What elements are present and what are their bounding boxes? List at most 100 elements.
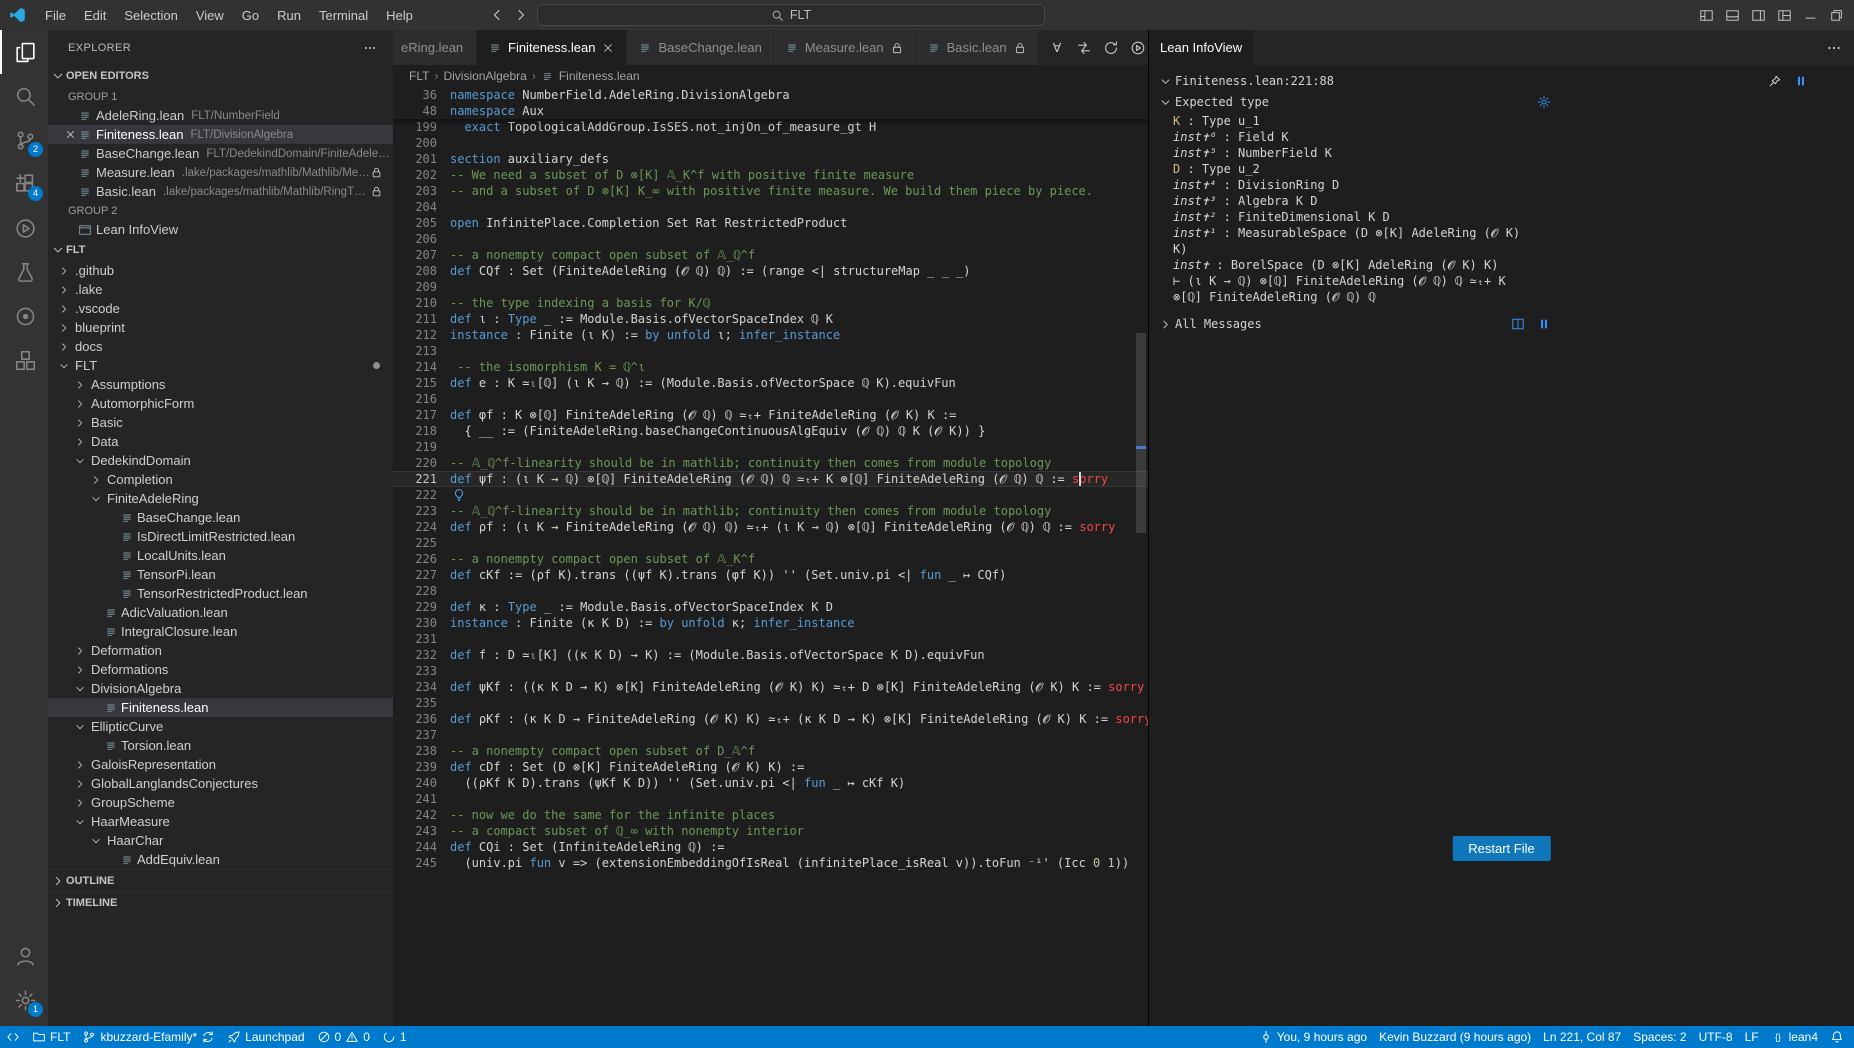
scrollbar-thumb[interactable]: [1136, 333, 1146, 533]
code-line[interactable]: 236def ρKf : (κ K D → FiniteAdeleRing (𝓞…: [393, 711, 1148, 727]
tree-folder-automorphicform[interactable]: AutomorphicForm: [48, 394, 393, 413]
status-encoding[interactable]: UTF-8: [1693, 1026, 1739, 1048]
open-editor-item[interactable]: Basic.lean.lake/packages/mathlib/Mathlib…: [48, 182, 393, 201]
activity-settings[interactable]: 1: [0, 978, 48, 1022]
code-line[interactable]: 218 { __ := (FiniteAdeleRing.baseChangeC…: [393, 423, 1148, 439]
lightbulb-icon[interactable]: [452, 488, 466, 502]
code-line[interactable]: 241: [393, 791, 1148, 807]
code-line[interactable]: 238-- a nonempty compact open subset of …: [393, 743, 1148, 759]
close-icon[interactable]: [601, 41, 615, 55]
tree-file-localunits-lean[interactable]: LocalUnits.lean: [48, 546, 393, 565]
sticky-line[interactable]: 48namespace Aux: [393, 103, 1148, 119]
code-line[interactable]: 212instance : Finite (ι K) := by unfold …: [393, 327, 1148, 343]
tab-basic-lean[interactable]: Basic.lean: [916, 30, 1039, 65]
open-in-window-icon[interactable]: [1511, 317, 1525, 331]
tree-folder-divisionalgebra[interactable]: DivisionAlgebra: [48, 679, 393, 698]
more-actions-icon[interactable]: [363, 41, 377, 55]
code-line[interactable]: 222: [393, 487, 1148, 503]
tree-folder-docs[interactable]: docs: [48, 337, 393, 356]
code-line[interactable]: 215def e : K ≃ₗ[ℚ] (ι K → ℚ) := (Module.…: [393, 375, 1148, 391]
layout-sidebar-right-icon[interactable]: [1751, 8, 1766, 23]
tree-folder-finiteadelering[interactable]: FiniteAdeleRing: [48, 489, 393, 508]
status-indentation[interactable]: Spaces: 2: [1627, 1026, 1692, 1048]
open-editor-item[interactable]: BaseChange.leanFLT/DedekindDomain/Finite…: [48, 144, 393, 163]
activity-explorer[interactable]: [0, 30, 48, 74]
code-line[interactable]: 240 ((ρKf K D).trans (ψKf K D)) '' (Set.…: [393, 775, 1148, 791]
open-editor-item[interactable]: AdeleRing.leanFLT/NumberField: [48, 106, 393, 125]
status-commit[interactable]: You, 9 hours ago: [1253, 1026, 1373, 1048]
forall-icon[interactable]: ∀: [1049, 40, 1065, 56]
code-line[interactable]: 224def ρf : (ι K → FiniteAdeleRing (𝓞 ℚ)…: [393, 519, 1148, 535]
tree-folder-data[interactable]: Data: [48, 432, 393, 451]
tree-folder-globallanglandsconjectures[interactable]: GlobalLanglandsConjectures: [48, 774, 393, 793]
sticky-line[interactable]: 36namespace NumberField.AdeleRing.Divisi…: [393, 87, 1148, 103]
layout-grid-icon[interactable]: [1699, 8, 1714, 23]
open-editors-header[interactable]: OPEN EDITORS: [48, 65, 393, 87]
nav-forward-icon[interactable]: [513, 7, 529, 23]
code-line[interactable]: 227def cKf := (ρf K).trans ((ψf K).trans…: [393, 567, 1148, 583]
code-line[interactable]: 202-- We need a subset of D ⊗[K] 𝔸_K^f w…: [393, 167, 1148, 183]
tree-folder-deformation[interactable]: Deformation: [48, 641, 393, 660]
code-line[interactable]: 206: [393, 231, 1148, 247]
tree-folder-assumptions[interactable]: Assumptions: [48, 375, 393, 394]
menu-file[interactable]: File: [37, 5, 74, 26]
code-line[interactable]: 216: [393, 391, 1148, 407]
expected-type-header[interactable]: Expected type: [1159, 93, 1551, 111]
tree-folder-galoisrepresentation[interactable]: GaloisRepresentation: [48, 755, 393, 774]
tree-folder--lake[interactable]: .lake: [48, 280, 393, 299]
pause-icon[interactable]: [1794, 74, 1808, 88]
code-line[interactable]: 243-- a compact subset of ℚ_∞ with nonem…: [393, 823, 1148, 839]
tab-measure-lean[interactable]: Measure.lean: [774, 30, 916, 65]
settings-gear-icon[interactable]: [1537, 95, 1551, 109]
menu-help[interactable]: Help: [378, 5, 421, 26]
code-line[interactable]: 230instance : Finite (κ K D) := by unfol…: [393, 615, 1148, 631]
status-blame[interactable]: Kevin Buzzard (9 hours ago): [1373, 1026, 1537, 1048]
code-line[interactable]: 232def f : D ≃ₗ[K] ((κ K D) → K) := (Mod…: [393, 647, 1148, 663]
pause-icon[interactable]: [1537, 317, 1551, 331]
tree-folder-haarchar[interactable]: HaarChar: [48, 831, 393, 850]
customize-layout-icon[interactable]: [1777, 8, 1792, 23]
tab-basechange-lean[interactable]: BaseChange.lean: [627, 30, 773, 65]
activity-testing[interactable]: [0, 250, 48, 294]
outline-header[interactable]: OUTLINE: [48, 869, 393, 891]
tree-file-addequiv-lean[interactable]: AddEquiv.lean: [48, 850, 393, 869]
code-line[interactable]: 217def φf : K ⊗[ℚ] FiniteAdeleRing (𝓞 ℚ)…: [393, 407, 1148, 423]
refresh-icon[interactable]: [1103, 40, 1119, 56]
breadcrumb-item-root[interactable]: FLT: [409, 69, 429, 83]
activity-accounts[interactable]: [0, 934, 48, 978]
tree-file-basechange-lean[interactable]: BaseChange.lean: [48, 508, 393, 527]
code-line[interactable]: 208def CQf : Set (FiniteAdeleRing (𝓞 ℚ) …: [393, 263, 1148, 279]
status-problems[interactable]: 00: [311, 1026, 376, 1048]
code-line[interactable]: 200: [393, 135, 1148, 151]
code-line[interactable]: 207-- a nonempty compact open subset of …: [393, 247, 1148, 263]
status-workspace[interactable]: FLT: [26, 1026, 76, 1048]
code-line[interactable]: 233: [393, 663, 1148, 679]
code-line[interactable]: 211def ι : Type _ := Module.Basis.ofVect…: [393, 311, 1148, 327]
status-pending-tasks[interactable]: 1: [376, 1026, 413, 1048]
code-line[interactable]: 229def κ : Type _ := Module.Basis.ofVect…: [393, 599, 1148, 615]
pin-icon[interactable]: [1768, 74, 1782, 88]
tree-file-isdirectlimitrestricted-lean[interactable]: IsDirectLimitRestricted.lean: [48, 527, 393, 546]
status-remote[interactable]: [0, 1026, 26, 1048]
code-line[interactable]: 231: [393, 631, 1148, 647]
compare-icon[interactable]: [1076, 40, 1092, 56]
code-line[interactable]: 237: [393, 727, 1148, 743]
code-line[interactable]: 225: [393, 535, 1148, 551]
timeline-header[interactable]: TIMELINE: [48, 891, 393, 913]
status-language-mode[interactable]: {}lean4: [1765, 1026, 1824, 1048]
tree-folder-deformations[interactable]: Deformations: [48, 660, 393, 679]
code-line[interactable]: 235: [393, 695, 1148, 711]
close-icon[interactable]: [62, 127, 78, 143]
tree-folder-flt[interactable]: FLT: [48, 356, 393, 375]
tree-folder-haarmeasure[interactable]: HaarMeasure: [48, 812, 393, 831]
activity-search[interactable]: [0, 74, 48, 118]
menu-edit[interactable]: Edit: [76, 5, 114, 26]
menu-run[interactable]: Run: [269, 5, 309, 26]
nav-back-icon[interactable]: [489, 7, 505, 23]
breadcrumb-item-file[interactable]: Finiteness.lean: [559, 69, 640, 83]
breadcrumb-item-folder[interactable]: DivisionAlgebra: [443, 69, 526, 83]
code-line[interactable]: 204: [393, 199, 1148, 215]
tree-file-torsion-lean[interactable]: Torsion.lean: [48, 736, 393, 755]
command-center[interactable]: FLT: [537, 4, 1045, 26]
activity-extensions[interactable]: 4: [0, 162, 48, 206]
